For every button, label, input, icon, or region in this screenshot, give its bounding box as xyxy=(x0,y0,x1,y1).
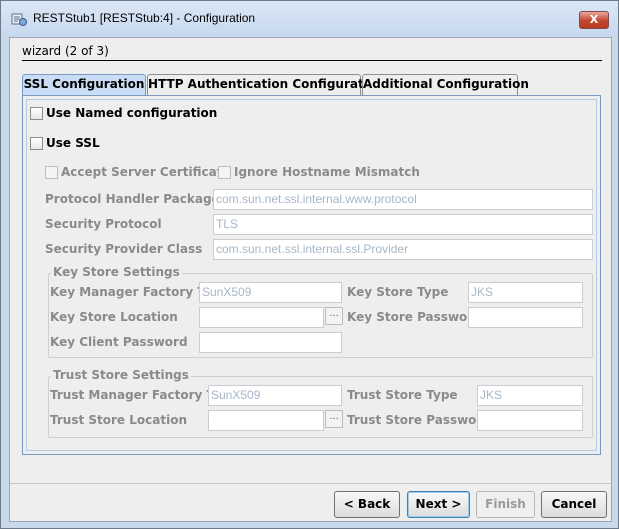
use-ssl-label: Use SSL xyxy=(46,136,100,150)
key-store-password-label: Key Store Password xyxy=(347,310,482,324)
tab-ssl-configuration[interactable]: SSL Configuration xyxy=(22,74,146,96)
security-provider-class-input[interactable]: com.sun.net.ssl.internal.ssl.Provider xyxy=(213,239,593,260)
key-client-password-label: Key Client Password xyxy=(50,335,188,349)
tab-label: Additional Configuration xyxy=(363,77,529,91)
security-protocol-input[interactable]: TLS xyxy=(213,214,593,235)
title-bar: RESTStub1 [RESTStub:4] - Configuration X xyxy=(1,1,618,37)
use-named-configuration-label: Use Named configuration xyxy=(46,106,218,120)
back-button[interactable]: < Back xyxy=(334,491,400,518)
close-icon: X xyxy=(589,13,599,26)
use-named-configuration-checkbox[interactable] xyxy=(30,107,43,120)
key-store-password-input[interactable] xyxy=(468,307,583,328)
key-store-location-browse-button[interactable]: ... xyxy=(325,307,343,325)
accept-server-certificate-label: Accept Server Certificate xyxy=(61,165,231,179)
dialog-content: wizard (2 of 3) SSL Configuration HTTP A… xyxy=(9,37,612,522)
key-client-password-input[interactable] xyxy=(199,332,342,353)
ignore-hostname-mismatch-label: Ignore Hostname Mismatch xyxy=(234,165,420,179)
wizard-separator xyxy=(22,60,602,61)
tab-http-authentication-configuration[interactable]: HTTP Authentication Configuration xyxy=(147,74,385,95)
key-store-settings-title: Key Store Settings xyxy=(51,265,182,279)
wizard-step-label: wizard (2 of 3) xyxy=(22,44,109,58)
tab-label: HTTP Authentication Configuration xyxy=(148,77,385,91)
next-button[interactable]: Next > xyxy=(407,491,470,518)
key-store-type-label: Key Store Type xyxy=(347,285,449,299)
trust-manager-factory-type-input[interactable]: SunX509 xyxy=(208,385,342,406)
protocol-handler-packages-label: Protocol Handler Packages xyxy=(45,192,227,206)
trust-store-type-input[interactable]: JKS xyxy=(477,385,583,406)
cancel-button[interactable]: Cancel xyxy=(541,491,607,518)
key-store-location-label: Key Store Location xyxy=(50,310,178,324)
trust-store-password-input[interactable] xyxy=(477,410,583,431)
finish-button[interactable]: Finish xyxy=(476,491,535,518)
accept-server-certificate-checkbox[interactable] xyxy=(45,166,58,179)
window-title: RESTStub1 [RESTStub:4] - Configuration xyxy=(33,11,256,25)
security-protocol-label: Security Protocol xyxy=(45,217,162,231)
button-bar-separator xyxy=(10,483,611,484)
protocol-handler-packages-input[interactable]: com.sun.net.ssl.internal.www.protocol xyxy=(213,189,593,210)
trust-store-location-input[interactable] xyxy=(208,410,324,431)
close-button[interactable]: X xyxy=(579,11,609,29)
tab-additional-configuration[interactable]: Additional Configuration xyxy=(362,74,529,95)
trust-store-location-label: Trust Store Location xyxy=(50,413,187,427)
app-icon xyxy=(11,13,27,26)
ignore-hostname-mismatch-checkbox[interactable] xyxy=(218,166,231,179)
trust-store-password-label: Trust Store Password xyxy=(347,413,491,427)
configuration-window: RESTStub1 [RESTStub:4] - Configuration X… xyxy=(0,0,619,529)
trust-store-type-label: Trust Store Type xyxy=(347,388,458,402)
ellipsis-icon: ... xyxy=(329,411,339,422)
trust-store-location-browse-button[interactable]: ... xyxy=(325,410,343,428)
key-manager-factory-type-input[interactable]: SunX509 xyxy=(199,282,342,303)
ssl-configuration-panel: Use Named configuration Use SSL Accept S… xyxy=(22,95,601,455)
ellipsis-icon: ... xyxy=(329,308,339,319)
key-store-type-input[interactable]: JKS xyxy=(468,282,583,303)
security-provider-class-label: Security Provider Class xyxy=(45,242,203,256)
use-ssl-checkbox[interactable] xyxy=(30,137,43,150)
key-store-location-input[interactable] xyxy=(199,307,324,328)
trust-store-settings-title: Trust Store Settings xyxy=(51,368,191,382)
tab-label: SSL Configuration xyxy=(23,77,145,91)
